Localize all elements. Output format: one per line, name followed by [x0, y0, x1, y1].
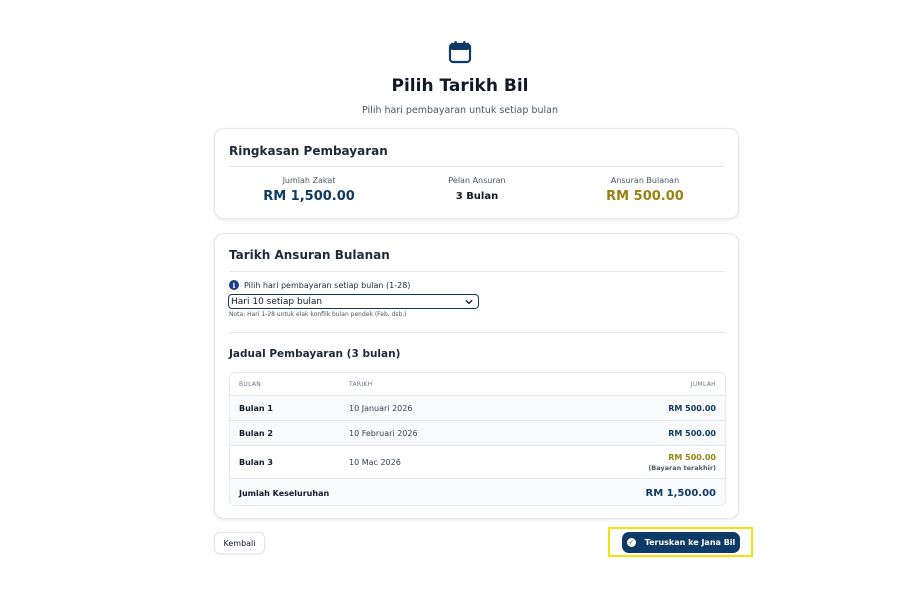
stat-label: Ansuran Bulanan [610, 176, 680, 185]
stat-zakat-amount: Jumlah Zakat RM 1,500.00 [229, 176, 389, 204]
row-month: Bulan 3 [239, 457, 273, 467]
selected-day-value: Hari 10 setiap bulan [231, 296, 323, 307]
row-month: Bulan 2 [239, 428, 273, 438]
table-row: Bulan 3 10 Mac 2026 RM 500.00 (Bayaran t… [230, 445, 725, 478]
page-subtitle: Pilih hari pembayaran untuk setiap bulan [362, 105, 558, 116]
total-label: Jumlah Keseluruhan [239, 488, 330, 498]
divider [229, 271, 724, 272]
column-header-amount: JUMLAH [690, 380, 716, 388]
table-total-row: Jumlah Keseluruhan RM 1,500.00 [230, 478, 725, 505]
payment-schedule-table: BULAN TARIKH JUMLAH Bulan 1 10 Januari 2… [229, 372, 726, 506]
dates-title: Tarikh Ansuran Bulanan [229, 248, 390, 262]
page-title: Pilih Tarikh Bil [391, 76, 529, 96]
stat-value: 3 Bulan [455, 191, 499, 202]
payment-summary-card: Ringkasan Pembayaran Jumlah Zakat RM 1,5… [214, 128, 739, 219]
page-header: Pilih Tarikh Bil Pilih hari pembayaran u… [0, 40, 920, 116]
row-date: 10 Mac 2026 [349, 457, 401, 467]
stat-label: Pelan Ansuran [448, 176, 506, 185]
column-header-date: TARIKH [349, 380, 373, 388]
divider [229, 166, 724, 167]
day-label: Pilih hari pembayaran setiap bulan (1-28… [244, 280, 411, 290]
table-header: BULAN TARIKH JUMLAH [230, 373, 725, 395]
row-amount: RM 500.00 [668, 452, 716, 462]
row-date: 10 Januari 2026 [349, 403, 413, 413]
payment-day-select[interactable]: Hari 10 setiap bulan [228, 294, 479, 309]
stat-installment-plan: Pelan Ansuran 3 Bulan [397, 176, 557, 202]
stat-value: RM 500.00 [606, 189, 684, 204]
calendar-icon [448, 41, 472, 64]
row-amount-cell: RM 500.00 (Bayaran terakhir) [648, 453, 716, 472]
back-button[interactable]: Kembali [214, 532, 265, 554]
continue-generate-bill-button[interactable]: ✓ Teruskan ke Jana Bil [622, 532, 740, 553]
table-row: Bulan 2 10 Februari 2026 RM 500.00 [230, 420, 725, 445]
row-month: Bulan 1 [239, 403, 273, 413]
row-amount: RM 500.00 [668, 428, 716, 438]
check-circle-icon: ✓ [626, 538, 636, 547]
stat-value: RM 1,500.00 [263, 189, 355, 204]
row-date: 10 Februari 2026 [349, 428, 418, 438]
table-row: Bulan 1 10 Januari 2026 RM 500.00 [230, 395, 725, 420]
divider [229, 332, 724, 333]
info-icon: i [229, 280, 239, 290]
installment-dates-card: Tarikh Ansuran Bulanan i Pilih hari pemb… [214, 233, 739, 519]
continue-label: Teruskan ke Jana Bil [644, 538, 736, 547]
stat-monthly-installment: Ansuran Bulanan RM 500.00 [565, 176, 725, 204]
final-payment-note: (Bayaran terakhir) [648, 463, 716, 472]
column-header-month: BULAN [239, 380, 262, 388]
day-field-label: i Pilih hari pembayaran setiap bulan (1-… [229, 280, 410, 290]
chevron-down-icon [465, 299, 473, 304]
stat-label: Jumlah Zakat [282, 176, 336, 185]
day-note: Nota: Hari 1-28 untuk elak konflik bulan… [229, 311, 407, 318]
schedule-title: Jadual Pembayaran (3 bulan) [229, 348, 401, 360]
summary-title: Ringkasan Pembayaran [229, 144, 388, 158]
total-amount: RM 1,500.00 [645, 487, 716, 499]
row-amount: RM 500.00 [668, 403, 716, 413]
